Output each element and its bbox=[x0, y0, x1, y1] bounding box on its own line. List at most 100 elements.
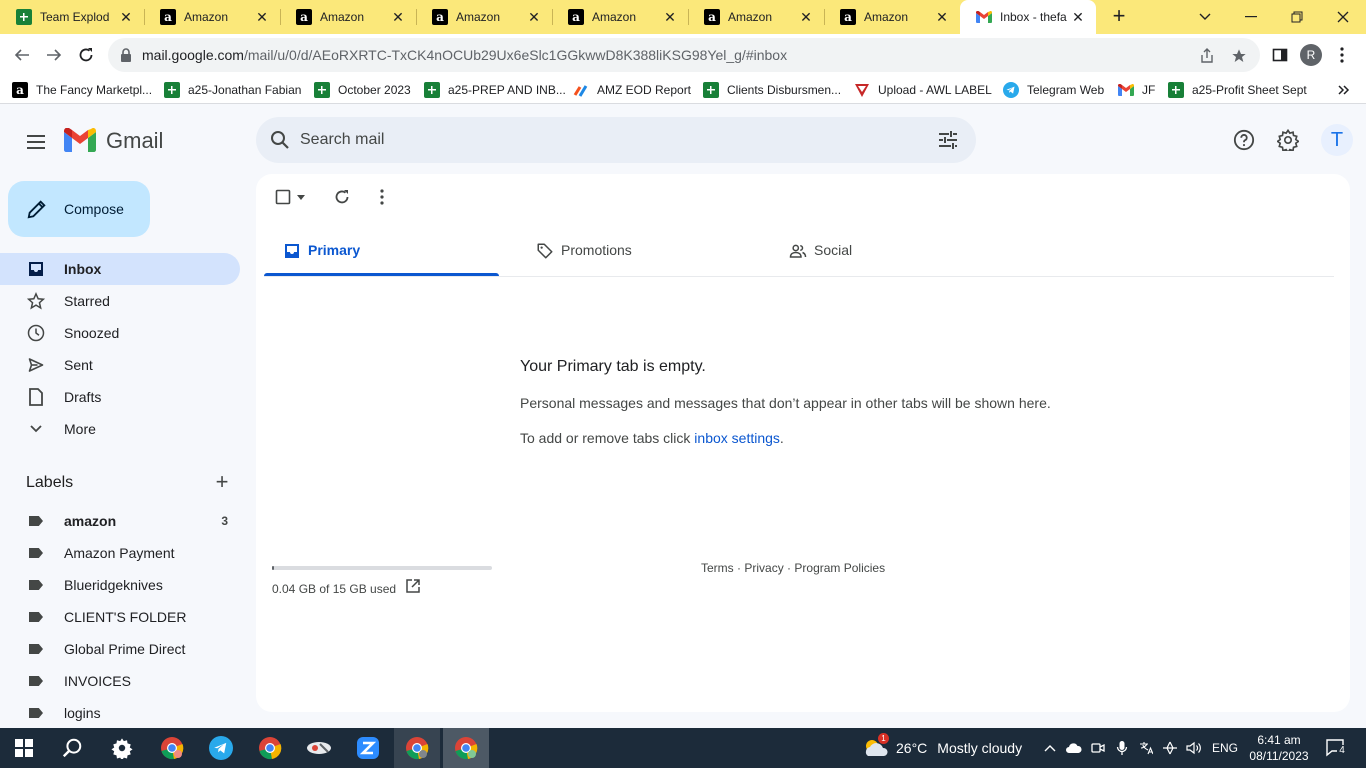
bookmark-item[interactable]: a25-Profit Sheet Sept bbox=[1168, 81, 1307, 99]
account-avatar[interactable]: T bbox=[1321, 124, 1353, 156]
browser-tab[interactable]: a Amazon ✕ bbox=[824, 0, 960, 34]
select-checkbox[interactable] bbox=[274, 188, 292, 206]
privacy-link[interactable]: Privacy bbox=[744, 561, 783, 575]
onedrive-cloud-icon[interactable] bbox=[1066, 740, 1082, 756]
share-icon[interactable] bbox=[1198, 47, 1216, 65]
more-options-icon[interactable] bbox=[373, 188, 391, 206]
nav-more[interactable]: More bbox=[0, 413, 240, 445]
bookmark-item[interactable]: JF bbox=[1118, 81, 1155, 99]
browser-profile-avatar[interactable]: R bbox=[1300, 44, 1322, 66]
search-input[interactable] bbox=[300, 128, 900, 152]
bookmark-item[interactable]: Clients Disbursmen... bbox=[703, 81, 841, 99]
language-indicator[interactable]: ENG bbox=[1212, 741, 1238, 755]
browser-menu-icon[interactable] bbox=[1330, 43, 1354, 67]
select-dropdown-icon[interactable] bbox=[294, 188, 308, 206]
settings-gear-icon[interactable] bbox=[1276, 128, 1300, 152]
chrome-profile-r-icon[interactable] bbox=[403, 734, 431, 762]
bookmark-item[interactable]: a25-PREP AND INB... bbox=[424, 81, 566, 99]
restore-icon[interactable] bbox=[1274, 0, 1320, 34]
inbox-settings-link[interactable]: inbox settings bbox=[694, 430, 780, 446]
label-item[interactable]: INVOICES bbox=[0, 665, 240, 697]
network-icon[interactable] bbox=[1162, 740, 1178, 756]
bookmark-item[interactable]: Upload - AWL LABEL bbox=[854, 81, 992, 99]
new-tab-button[interactable]: + bbox=[1108, 5, 1130, 28]
terms-link[interactable]: Terms bbox=[701, 561, 734, 575]
open-in-new-icon[interactable] bbox=[406, 579, 422, 595]
nav-drafts[interactable]: Drafts bbox=[0, 381, 240, 413]
close-icon[interactable]: ✕ bbox=[118, 9, 134, 25]
back-button[interactable] bbox=[10, 43, 34, 67]
add-label-button[interactable]: + bbox=[212, 471, 232, 493]
close-icon[interactable]: ✕ bbox=[390, 9, 406, 25]
browser-tab[interactable]: a Amazon ✕ bbox=[280, 0, 416, 34]
label-item[interactable]: amazon 3 bbox=[0, 505, 240, 537]
search-icon[interactable] bbox=[58, 734, 86, 762]
search-icon[interactable] bbox=[268, 128, 292, 157]
browser-tab[interactable]: Team Explod ✕ bbox=[0, 0, 144, 34]
close-icon[interactable]: ✕ bbox=[254, 9, 270, 25]
bookmark-item[interactable]: a The Fancy Marketpl... bbox=[12, 81, 152, 99]
system-clock[interactable]: 6:41 am 08/11/2023 bbox=[1244, 732, 1314, 764]
chrome-icon[interactable] bbox=[256, 734, 284, 762]
close-icon[interactable]: ✕ bbox=[662, 9, 678, 25]
nav-inbox[interactable]: Inbox bbox=[0, 253, 240, 285]
minimize-icon[interactable] bbox=[1228, 0, 1274, 34]
notification-center-icon[interactable]: 4 bbox=[1326, 738, 1347, 758]
reload-button[interactable] bbox=[74, 43, 98, 67]
close-icon[interactable]: ✕ bbox=[934, 9, 950, 25]
forward-button[interactable] bbox=[42, 43, 66, 67]
program-policies-link[interactable]: Program Policies bbox=[794, 561, 885, 575]
sheets-icon bbox=[314, 82, 330, 98]
browser-tab[interactable]: a Amazon ✕ bbox=[416, 0, 552, 34]
zoom-icon[interactable] bbox=[354, 734, 382, 762]
windows-start-icon[interactable] bbox=[10, 734, 38, 762]
chrome-profile-icon[interactable] bbox=[158, 734, 186, 762]
chevron-up-icon[interactable] bbox=[1042, 740, 1058, 756]
volume-icon[interactable] bbox=[1186, 740, 1202, 756]
label-item[interactable]: Blueridgeknives bbox=[0, 569, 240, 601]
meet-camera-icon[interactable] bbox=[1090, 740, 1106, 756]
nav-snoozed[interactable]: Snoozed bbox=[0, 317, 240, 349]
browser-tab-active[interactable]: Inbox - thefa ✕ bbox=[960, 0, 1096, 34]
compose-button[interactable]: Compose bbox=[8, 181, 150, 237]
browser-tab[interactable]: a Amazon ✕ bbox=[144, 0, 280, 34]
snipping-tool-icon[interactable] bbox=[305, 734, 333, 762]
side-panel-icon[interactable] bbox=[1268, 43, 1292, 67]
nav-starred[interactable]: Starred bbox=[0, 285, 240, 317]
label-item[interactable]: logins bbox=[0, 697, 240, 727]
bookmark-label: JF bbox=[1142, 83, 1156, 97]
star-bookmark-icon[interactable] bbox=[1230, 47, 1248, 65]
tab-social[interactable]: Social bbox=[770, 226, 1005, 276]
address-bar[interactable]: mail.google.com/mail/u/0/d/AEoRXRTC-TxCK… bbox=[108, 38, 1260, 72]
label-item[interactable]: CLIENT'S FOLDER bbox=[0, 601, 240, 633]
telegram-icon[interactable] bbox=[207, 734, 235, 762]
input-method-icon[interactable] bbox=[1138, 740, 1154, 756]
gmail-wordmark[interactable]: Gmail bbox=[106, 128, 163, 154]
tab-promotions[interactable]: Promotions bbox=[517, 226, 752, 276]
microphone-icon[interactable] bbox=[1114, 740, 1130, 756]
nav-sent[interactable]: Sent bbox=[0, 349, 240, 381]
browser-tab[interactable]: a Amazon ✕ bbox=[552, 0, 688, 34]
label-item[interactable]: Amazon Payment bbox=[0, 537, 240, 569]
bookmark-item[interactable]: AMZ EOD Report bbox=[573, 81, 691, 99]
bookmark-item[interactable]: Telegram Web bbox=[1003, 81, 1104, 99]
main-menu-icon[interactable] bbox=[24, 130, 48, 154]
chrome-profile-t-icon[interactable] bbox=[452, 734, 480, 762]
help-icon[interactable] bbox=[1232, 128, 1256, 152]
more-bookmarks-icon[interactable] bbox=[1338, 81, 1350, 99]
settings-gear-icon[interactable] bbox=[108, 734, 136, 762]
browser-tab[interactable]: a Amazon ✕ bbox=[688, 0, 824, 34]
weather-widget[interactable]: 1 26°C Mostly cloudy bbox=[862, 733, 1022, 758]
close-icon[interactable]: ✕ bbox=[1070, 9, 1086, 25]
bookmark-item[interactable]: a25-Jonathan Fabian bbox=[164, 81, 301, 99]
gmail-logo-icon[interactable] bbox=[64, 127, 96, 152]
close-icon[interactable]: ✕ bbox=[798, 9, 814, 25]
search-options-icon[interactable] bbox=[936, 128, 960, 157]
tab-search-icon[interactable] bbox=[1182, 0, 1228, 34]
tab-primary[interactable]: Primary bbox=[264, 226, 499, 276]
refresh-icon[interactable] bbox=[333, 188, 351, 206]
close-window-icon[interactable] bbox=[1320, 0, 1366, 34]
label-item[interactable]: Global Prime Direct bbox=[0, 633, 240, 665]
bookmark-item[interactable]: October 2023 bbox=[314, 81, 411, 99]
close-icon[interactable]: ✕ bbox=[526, 9, 542, 25]
